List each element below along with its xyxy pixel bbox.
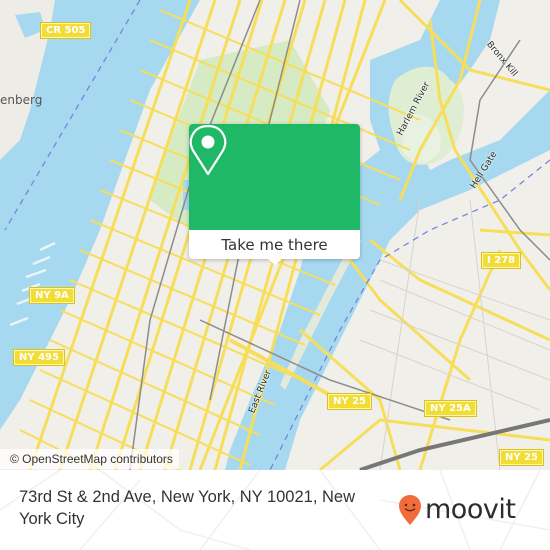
shield-cr505: CR 505 [39,22,92,39]
popup-pointer [267,258,283,265]
popup-header [189,124,360,230]
osm-attribution[interactable]: © OpenStreetMap contributors [0,449,179,469]
address-text: 73rd St & 2nd Ave, New York, NY 10021, N… [19,488,356,528]
map-view[interactable]: CR 505 NY 9A NY 495 I 278 NY 25 NY 25A N… [0,0,550,470]
shield-ny25: NY 25 [326,393,373,410]
moovit-pin-logo-icon [399,495,421,525]
moovit-logo[interactable]: moovit [398,494,516,526]
map-pin-icon [189,124,227,176]
destination-popup: Take me there [189,124,360,265]
shield-ny495: NY 495 [13,349,65,366]
shield-ny25-east: NY 25 [498,449,545,466]
footer: 73rd St & 2nd Ave, New York, NY 10021, N… [0,470,550,550]
shield-ny9a: NY 9A [29,287,75,304]
take-me-there-button[interactable]: Take me there [189,230,360,259]
label-guttenberg: enberg [0,93,43,107]
shield-i278: I 278 [480,252,522,269]
moovit-wordmark: moovit [425,494,516,525]
shield-ny25a: NY 25A [424,400,477,417]
